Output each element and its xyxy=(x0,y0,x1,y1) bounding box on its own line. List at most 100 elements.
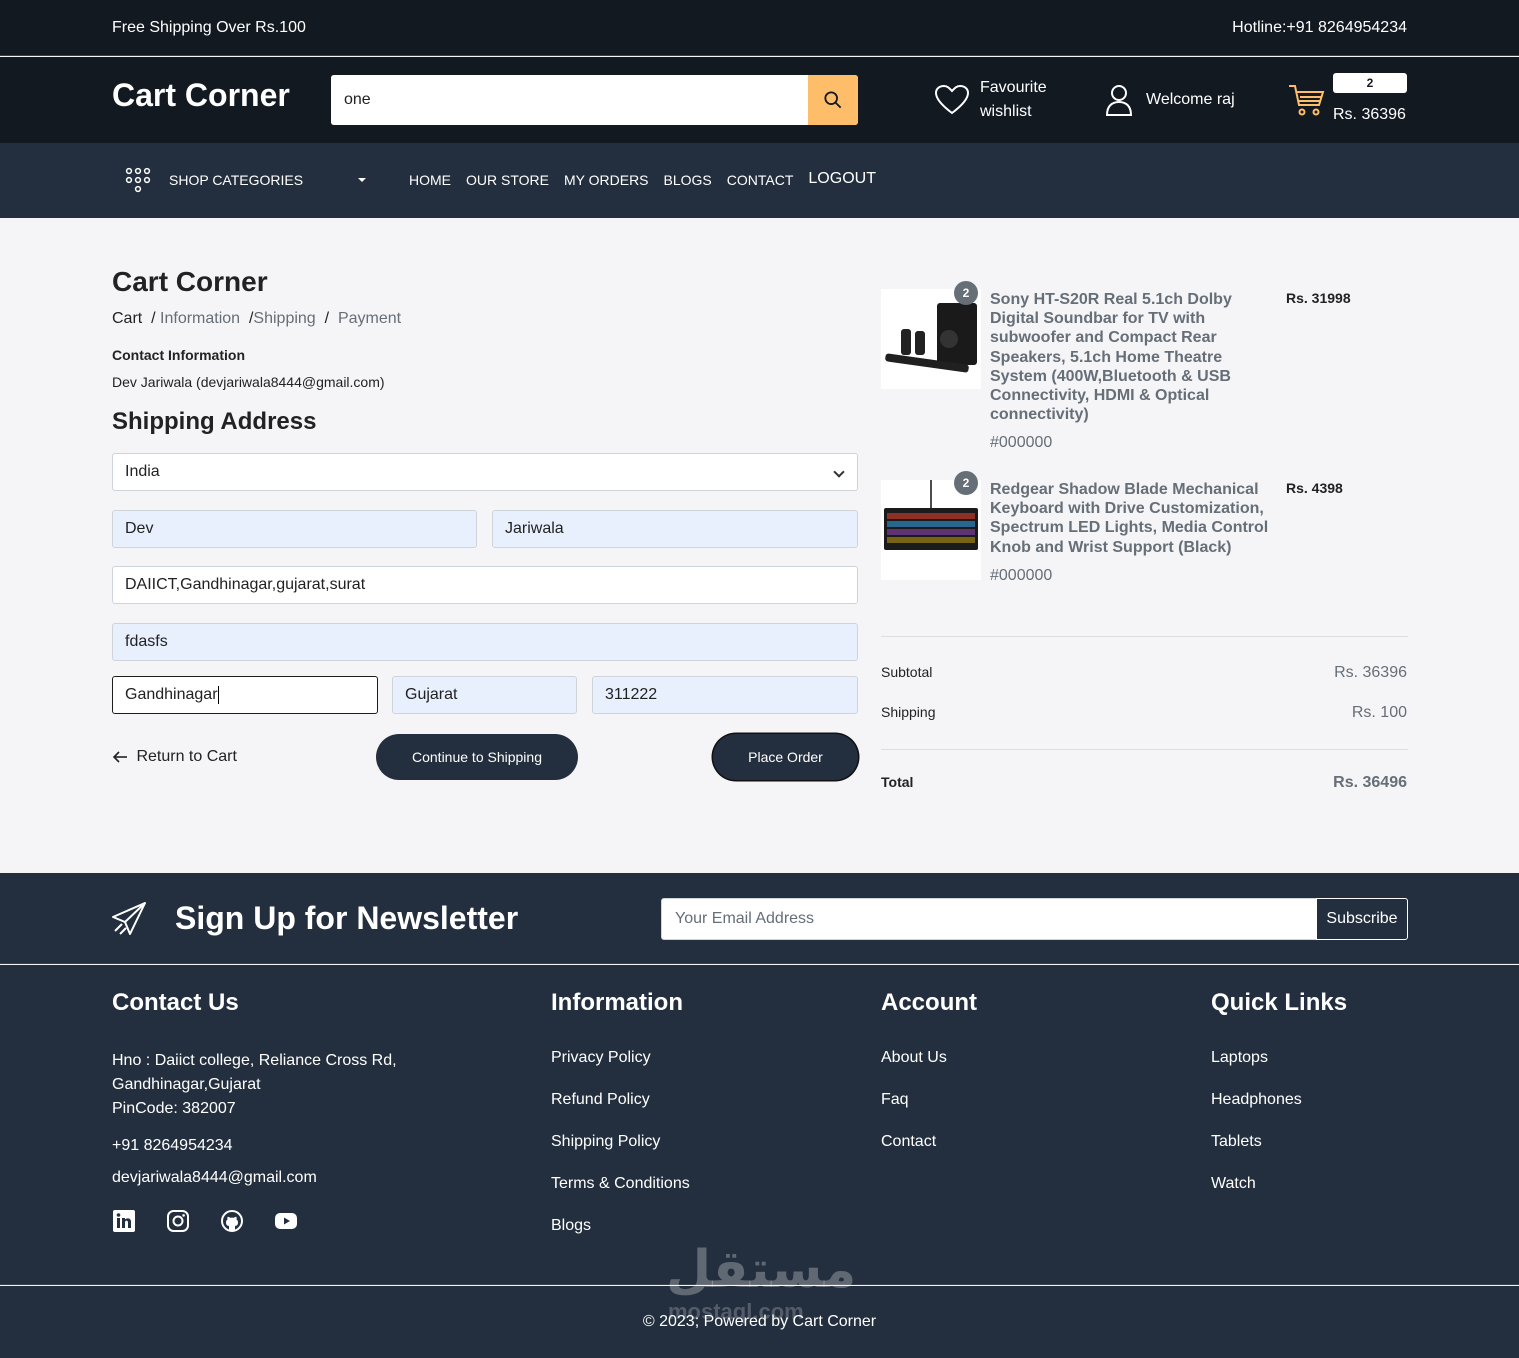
nav-our-store[interactable]: OUR STORE xyxy=(466,172,549,188)
footer-account-title: Account xyxy=(881,989,977,1016)
shipping-value: Rs. 100 xyxy=(1351,704,1407,721)
cart-count-badge: 2 xyxy=(1333,73,1407,93)
nav-links: HOME OUR STORE MY ORDERS BLOGS CONTACT L… xyxy=(409,170,876,188)
item-2-name: Redgear Shadow Blade Mechanical Keyboard… xyxy=(990,481,1269,556)
item-1-color: #000000 xyxy=(990,434,1053,451)
breadcrumb-shipping[interactable]: Shipping xyxy=(253,310,315,327)
footer-link-laptops[interactable]: Laptops xyxy=(1211,1049,1347,1067)
user-icon xyxy=(1105,85,1133,116)
shop-categories-label: SHOP CATEGORIES xyxy=(169,172,304,188)
chevron-down-icon xyxy=(833,466,845,478)
last-name-field[interactable]: Jariwala xyxy=(492,510,858,548)
newsletter-title: Sign Up for Newsletter xyxy=(175,900,519,936)
footer-quick-links-column: Quick Links Laptops Headphones Tablets W… xyxy=(1211,989,1347,1217)
footer-link-privacy-policy[interactable]: Privacy Policy xyxy=(551,1049,690,1067)
return-to-cart-link[interactable]: Return to Cart xyxy=(112,748,237,766)
footer-information-column: Information Privacy Policy Refund Policy… xyxy=(551,989,690,1259)
text-cursor xyxy=(217,685,219,704)
first-name-field[interactable]: Dev xyxy=(112,510,477,548)
instagram-icon[interactable] xyxy=(166,1209,190,1233)
free-shipping-note: Free Shipping Over Rs.100 xyxy=(112,19,306,36)
hotline[interactable]: Hotline:+91 8264954234 xyxy=(1232,19,1407,37)
country-select[interactable]: India xyxy=(112,453,858,491)
heart-icon xyxy=(934,84,970,115)
welcome-label: Welcome raj xyxy=(1146,91,1235,108)
continue-to-shipping-button[interactable]: Continue to Shipping xyxy=(376,734,578,780)
total-value: Rs. 36496 xyxy=(1333,774,1407,791)
youtube-icon[interactable] xyxy=(274,1209,298,1233)
footer-contact-column: Contact Us Hno : Daiict college, Relianc… xyxy=(112,989,512,1232)
footer: Contact Us Hno : Daiict college, Relianc… xyxy=(0,965,1519,1285)
checkout-title: Cart Corner xyxy=(112,266,268,297)
paper-plane-icon xyxy=(112,902,146,935)
nav-my-orders[interactable]: MY ORDERS xyxy=(564,172,649,188)
footer-link-terms[interactable]: Terms & Conditions xyxy=(551,1175,690,1193)
footer-address: Hno : Daiict college, Reliance Cross Rd,… xyxy=(112,1052,397,1117)
return-to-cart-label: Return to Cart xyxy=(136,748,237,765)
footer-link-about-us[interactable]: About Us xyxy=(881,1049,977,1067)
footer-link-shipping-policy[interactable]: Shipping Policy xyxy=(551,1133,690,1151)
footer-quick-links-title: Quick Links xyxy=(1211,989,1348,1016)
item-2-price: Rs. 4398 xyxy=(1286,480,1343,496)
subscribe-button[interactable]: Subscribe xyxy=(1316,898,1408,940)
main-nav: SHOP CATEGORIES HOME OUR STORE MY ORDERS… xyxy=(0,143,1519,218)
footer-link-faq[interactable]: Faq xyxy=(881,1091,977,1109)
header: Cart Corner Favourite wishlist Welcome r… xyxy=(0,57,1519,143)
pincode-field[interactable]: 311222 xyxy=(592,676,858,714)
top-strip: Free Shipping Over Rs.100 Hotline:+91 82… xyxy=(0,0,1519,56)
watermark-url: mostaql.com xyxy=(668,1299,804,1324)
footer-link-tablets[interactable]: Tablets xyxy=(1211,1133,1347,1151)
place-order-button[interactable]: Place Order xyxy=(713,734,858,780)
address-field[interactable]: DAIICT,Gandhinagar,gujarat,surat xyxy=(112,566,858,604)
state-field[interactable]: Gujarat xyxy=(392,676,577,714)
footer-link-headphones[interactable]: Headphones xyxy=(1211,1091,1347,1109)
arrow-left-icon xyxy=(112,751,127,763)
footer-email[interactable]: devjariwala8444@gmail.com xyxy=(112,1169,512,1187)
shipping-address-title: Shipping Address xyxy=(112,408,317,435)
item-2-qty-badge: 2 xyxy=(954,471,978,495)
product-image-keyboard xyxy=(881,480,981,580)
item-2-color: #000000 xyxy=(990,567,1053,584)
footer-information-title: Information xyxy=(551,989,683,1016)
shipping-label: Shipping xyxy=(881,704,936,720)
social-links xyxy=(112,1209,298,1233)
search-bar xyxy=(331,75,858,125)
breadcrumb-information[interactable]: Information xyxy=(160,310,240,327)
subtotal-label: Subtotal xyxy=(881,664,933,680)
footer-link-contact[interactable]: Contact xyxy=(881,1133,977,1151)
summary-divider-top xyxy=(881,636,1408,637)
contact-information-label: Contact Information xyxy=(112,347,245,363)
breadcrumb-cart[interactable]: Cart xyxy=(112,310,142,327)
item-1-qty-badge: 2 xyxy=(954,281,978,305)
nav-blogs[interactable]: BLOGS xyxy=(664,172,712,188)
newsletter-email-input[interactable]: Your Email Address xyxy=(661,898,1317,940)
github-icon[interactable] xyxy=(220,1209,244,1233)
apartment-field[interactable]: fdasfs xyxy=(112,623,858,661)
keyboard-image xyxy=(884,480,978,550)
footer-account-column: Account About Us Faq Contact xyxy=(881,989,977,1175)
wishlist-label: wishlist xyxy=(980,103,1032,120)
newsletter-bar: Sign Up for Newsletter Your Email Addres… xyxy=(0,873,1519,964)
grid-dots-icon xyxy=(125,167,151,193)
footer-link-refund-policy[interactable]: Refund Policy xyxy=(551,1091,690,1109)
nav-contact[interactable]: CONTACT xyxy=(727,172,794,188)
site-logo[interactable]: Cart Corner xyxy=(112,77,290,114)
cart-icon xyxy=(1289,85,1325,116)
footer-link-blogs[interactable]: Blogs xyxy=(551,1217,690,1235)
search-button[interactable] xyxy=(808,75,858,125)
footer-phone[interactable]: +91 8264954234 xyxy=(112,1137,512,1155)
footer-link-watch[interactable]: Watch xyxy=(1211,1175,1347,1193)
linkedin-icon[interactable] xyxy=(112,1209,136,1233)
breadcrumb: Cart / Information /Shipping / Payment xyxy=(112,310,402,327)
total-label: Total xyxy=(881,774,914,790)
contact-information-value: Dev Jariwala (devjariwala8444@gmail.com) xyxy=(112,374,385,390)
caret-down-icon xyxy=(358,178,366,182)
breadcrumb-payment[interactable]: Payment xyxy=(338,310,401,327)
city-field[interactable]: Gandhinagar xyxy=(112,676,378,714)
item-1-name: Sony HT-S20R Real 5.1ch Dolby Digital So… xyxy=(990,291,1232,424)
search-icon xyxy=(824,91,842,109)
favourite-label: Favourite xyxy=(980,79,1047,96)
nav-home[interactable]: HOME xyxy=(409,172,451,188)
search-input[interactable] xyxy=(331,75,808,125)
nav-logout[interactable]: LOGOUT xyxy=(808,170,876,188)
